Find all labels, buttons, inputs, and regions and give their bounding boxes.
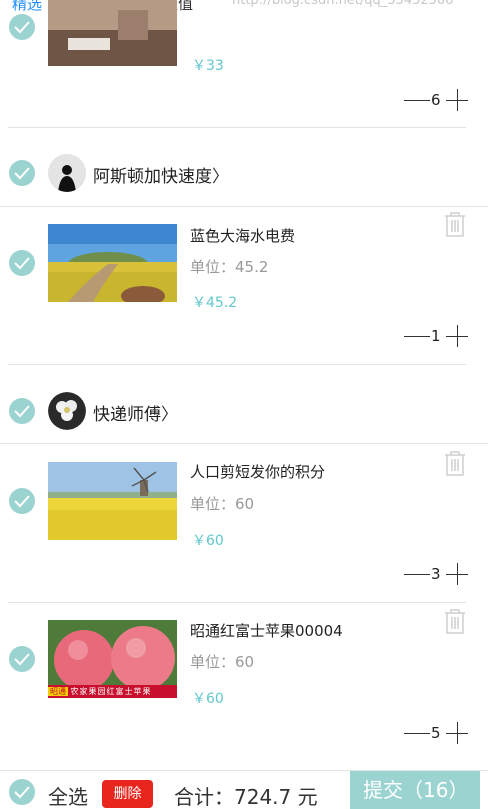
check-icon [14,405,30,418]
quantity-value: 3 [431,565,441,583]
item-check[interactable] [9,488,35,514]
trash-icon[interactable] [443,212,467,238]
product-image[interactable] [48,224,177,302]
quantity-value: 6 [431,91,441,109]
store-name[interactable]: 阿斯顿加快速度〉 [93,162,229,187]
select-all-label[interactable]: 全选 [48,781,88,809]
store-name[interactable]: 快递师傅〉 [93,400,178,425]
plus-icon[interactable] [446,722,468,744]
product-name[interactable]: 人口剪短发你的积分 [190,461,325,482]
check-icon [14,495,30,508]
divider [0,206,488,207]
store-name-label: 快递师傅 [93,405,161,425]
divider [8,602,466,603]
quantity-stepper[interactable]: 5 [404,722,468,744]
select-all-check[interactable] [9,779,35,805]
check-icon [14,257,30,270]
trash-icon[interactable] [443,609,467,635]
quantity-value: 5 [431,724,441,742]
divider [8,364,466,365]
product-image[interactable] [48,462,177,540]
minus-icon[interactable] [404,574,430,575]
product-price: ￥60 [192,691,224,707]
item-check[interactable] [9,14,35,40]
minus-icon[interactable] [404,733,430,734]
chevron-right-icon: 〉 [161,405,178,425]
product-banner: 昭通 农家果园红富士苹果 [48,685,177,698]
tab-featured[interactable]: 精选 [12,0,42,12]
banner-tag: 昭通 [48,687,68,696]
trash-icon[interactable] [443,451,467,477]
product-price: ￥60 [192,533,224,549]
check-icon [14,786,30,799]
item-check[interactable] [9,250,35,276]
check-icon [14,167,30,180]
plus-icon[interactable] [446,325,468,347]
quantity-value: 1 [431,327,441,345]
quantity-stepper[interactable]: 6 [404,89,468,111]
watermark: http://blog.csdn.net/qq_35432566 [232,0,454,8]
minus-icon[interactable] [404,100,430,101]
avatar [48,154,86,192]
quantity-stepper[interactable]: 1 [404,325,468,347]
product-name[interactable]: 昭通红富士苹果00004 [190,620,343,641]
total-amount: 合计：724.7 元 [174,785,318,809]
check-icon [14,653,30,666]
avatar [48,392,86,430]
minus-icon[interactable] [404,336,430,337]
product-price: ￥33 [192,58,224,74]
chevron-right-icon: 〉 [212,167,229,187]
divider [0,443,488,444]
delete-button[interactable]: 删除 [102,780,153,808]
checkout-footer: 全选 删除 合计：724.7 元 提交（16） [0,770,488,809]
product-price: ￥45.2 [192,295,238,311]
product-image[interactable] [48,0,177,66]
store-check[interactable] [9,160,35,186]
product-name[interactable]: 蓝色大海水电费 [190,225,295,246]
item-check[interactable] [9,646,35,672]
product-unit: 单位：60 [190,495,255,513]
divider [8,127,466,128]
product-unit: 单位：45.2 [190,258,269,276]
check-icon [14,21,30,34]
quantity-stepper[interactable]: 3 [404,563,468,585]
store-check[interactable] [9,398,35,424]
plus-icon[interactable] [446,89,468,111]
store-name-label: 阿斯顿加快速度 [93,167,212,187]
banner-text: 农家果园红富士苹果 [70,687,152,696]
product-image[interactable]: 昭通 农家果园红富士苹果 [48,620,177,698]
submit-button[interactable]: 提交（16） [350,771,480,809]
plus-icon[interactable] [446,563,468,585]
product-unit: 单位：60 [190,653,255,671]
